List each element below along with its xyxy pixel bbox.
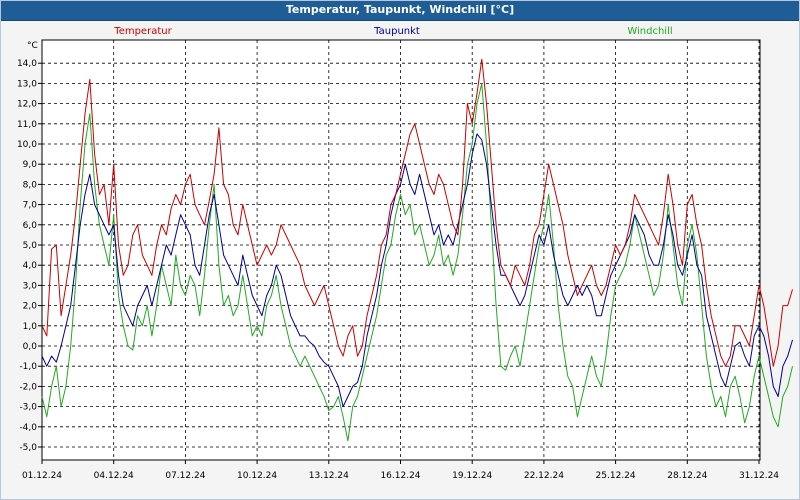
x-tick-label: 04.12.24 [94, 471, 134, 481]
legend-item-temperatur: Temperatur [113, 26, 172, 37]
x-tick-label: 07.12.24 [165, 471, 205, 481]
legend-item-taupunkt: Taupunkt [373, 26, 420, 37]
y-unit-label: °C [27, 41, 38, 51]
y-tick-label: -2,0 [19, 382, 37, 392]
x-tick-label: 10.12.24 [237, 471, 277, 481]
x-tick-label: 31.12.24 [739, 471, 779, 481]
y-tick-label: 4,0 [23, 261, 38, 271]
x-tick-label: 13.12.24 [309, 471, 349, 481]
x-axis: 01.12.24 04.12.24 07.12.24 10.12.24 13.12.24… [22, 460, 779, 481]
y-tick-label: 2,0 [23, 302, 38, 312]
y-tick-label: 5,0 [23, 241, 38, 251]
y-tick-label: 14,0 [17, 59, 37, 69]
legend: Temperatur Taupunkt Windchill [113, 26, 672, 37]
x-tick-label: 28.12.24 [667, 471, 707, 481]
x-tick-label: 25.12.24 [596, 471, 636, 481]
x-tick-label: 22.12.24 [524, 471, 564, 481]
y-tick-label: -4,0 [19, 423, 37, 433]
x-tick-label: 16.12.24 [380, 471, 420, 481]
y-tick-label: -1,0 [19, 362, 37, 372]
y-tick-label: 7,0 [23, 201, 38, 211]
line-chart: 14,0 13,0 12,0 11,0 10,0 9,0 8,0 7,0 6,0 5,0 4,0 3,… [17, 26, 793, 481]
y-tick-label: -3,0 [19, 403, 37, 413]
y-tick-label: 11,0 [17, 120, 37, 130]
y-tick-label: 1,0 [23, 322, 38, 332]
legend-item-windchill: Windchill [627, 26, 672, 37]
plot-area [41, 39, 761, 461]
x-tick-label: 19.12.24 [452, 471, 492, 481]
y-tick-label: 0,0 [23, 342, 38, 352]
y-tick-label: 3,0 [23, 281, 38, 291]
y-tick-label: 9,0 [23, 160, 38, 170]
y-axis: 14,0 13,0 12,0 11,0 10,0 9,0 8,0 7,0 6,0 5,0 4,0 3,… [17, 59, 42, 453]
y-tick-label: 8,0 [23, 180, 38, 190]
y-tick-label: 12,0 [17, 100, 37, 110]
x-tick-label: 01.12.24 [22, 471, 62, 481]
y-tick-label: -5,0 [19, 443, 37, 453]
y-tick-label: 6,0 [23, 221, 38, 231]
y-tick-label: 13,0 [17, 79, 37, 89]
y-tick-label: 10,0 [17, 140, 37, 150]
